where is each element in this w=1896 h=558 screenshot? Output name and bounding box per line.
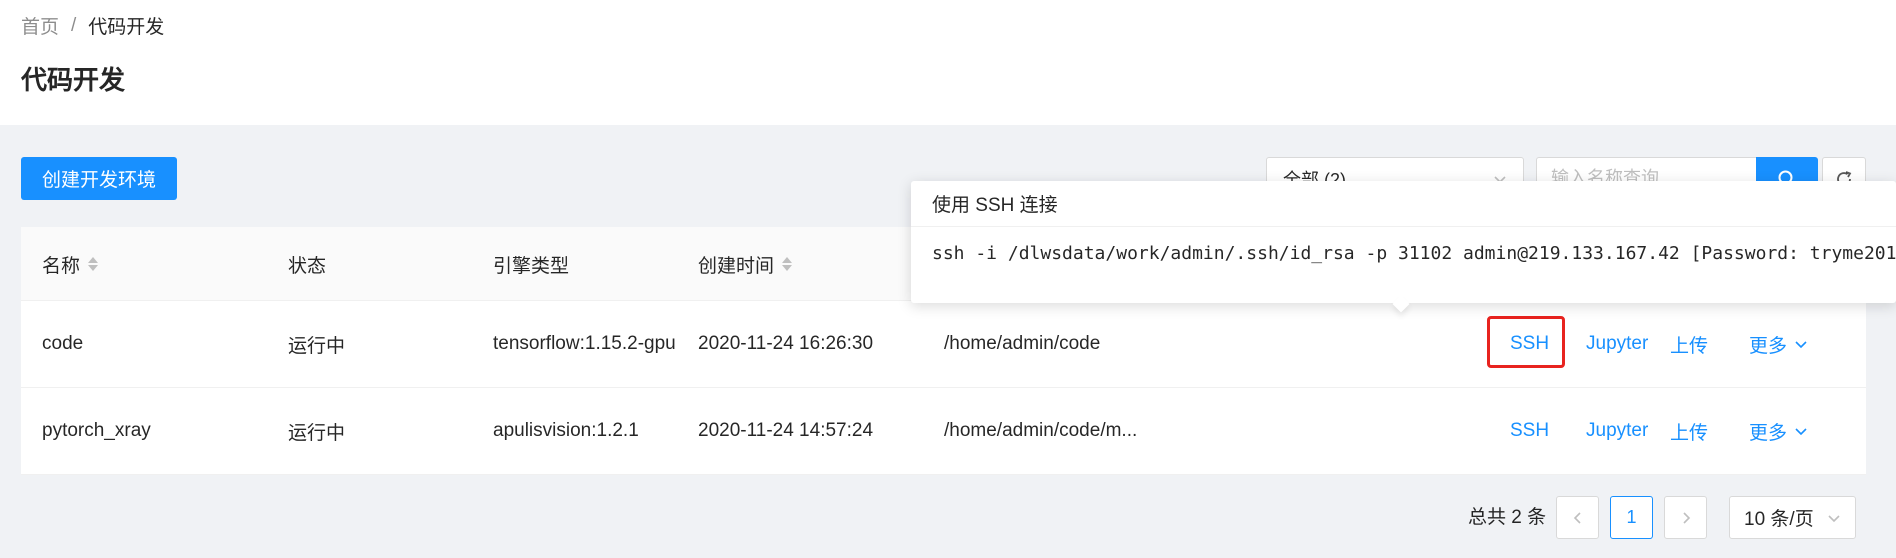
row-engine: apulisvision:1.2.1 (493, 420, 639, 441)
row-status: 运行中 (288, 335, 346, 357)
ssh-highlight-box (1487, 316, 1565, 368)
column-header-name[interactable]: 名称 (42, 227, 99, 301)
more-label: 更多 (1749, 335, 1788, 357)
page-number-button[interactable]: 1 (1610, 496, 1653, 539)
upload-link[interactable]: 上传 (1670, 301, 1708, 387)
next-page-button[interactable] (1664, 496, 1707, 539)
upload-link[interactable]: 上传 (1670, 388, 1708, 474)
ssh-popover: 使用 SSH 连接 ssh -i /dlwsdata/work/admin/.s… (911, 181, 1896, 313)
column-header-name-label: 名称 (42, 255, 81, 277)
jupyter-link[interactable]: Jupyter (1586, 388, 1648, 474)
popover-title: 使用 SSH 连接 (932, 195, 1058, 216)
row-name: pytorch_xray (42, 420, 151, 441)
breadcrumb-home[interactable]: 首页 (21, 12, 59, 39)
page-size-select[interactable]: 10 条/页 (1729, 496, 1856, 539)
row-path: /home/admin/code/m... (944, 420, 1138, 441)
pagination-total: 总共 2 条 (1468, 507, 1547, 528)
create-environment-button[interactable]: 创建开发环境 (21, 157, 177, 200)
ssh-link[interactable]: SSH (1510, 388, 1549, 474)
more-label: 更多 (1749, 422, 1788, 444)
popover-divider (911, 226, 1896, 227)
breadcrumb-separator: / (71, 14, 77, 36)
sort-icon[interactable] (88, 257, 99, 271)
sort-icon[interactable] (782, 257, 793, 271)
chevron-down-icon (1828, 514, 1840, 522)
row-status: 运行中 (288, 422, 346, 444)
chevron-right-icon (1682, 511, 1690, 524)
table-row: pytorch_xray 运行中 apulisvision:1.2.1 2020… (21, 388, 1866, 475)
table-row: code 运行中 tensorflow:1.15.2-gpu 2020-11-2… (21, 301, 1866, 388)
row-created: 2020-11-24 14:57:24 (698, 420, 874, 441)
column-header-created[interactable]: 创建时间 (698, 227, 793, 301)
row-created: 2020-11-24 16:26:30 (698, 333, 874, 354)
more-dropdown[interactable]: 更多 (1749, 301, 1807, 387)
breadcrumb: 首页 / 代码开发 (21, 12, 164, 39)
chevron-down-icon (1795, 428, 1807, 436)
jupyter-link[interactable]: Jupyter (1586, 301, 1648, 387)
prev-page-button[interactable] (1556, 496, 1599, 539)
chevron-down-icon (1795, 341, 1807, 349)
row-path: /home/admin/code (944, 333, 1101, 354)
page-header: 首页 / 代码开发 代码开发 (0, 0, 1896, 125)
column-header-created-label: 创建时间 (698, 255, 775, 277)
breadcrumb-current: 代码开发 (88, 17, 165, 38)
page-size-value: 10 条/页 (1744, 509, 1814, 530)
column-header-engine: 引擎类型 (493, 255, 570, 277)
column-header-status: 状态 (288, 255, 327, 277)
row-engine: tensorflow:1.15.2-gpu (493, 333, 676, 354)
ssh-command-text[interactable]: ssh -i /dlwsdata/work/admin/.ssh/id_rsa … (932, 243, 1896, 264)
page-title: 代码开发 (21, 65, 126, 95)
row-name: code (42, 333, 84, 354)
more-dropdown[interactable]: 更多 (1749, 388, 1807, 474)
chevron-left-icon (1573, 511, 1581, 524)
